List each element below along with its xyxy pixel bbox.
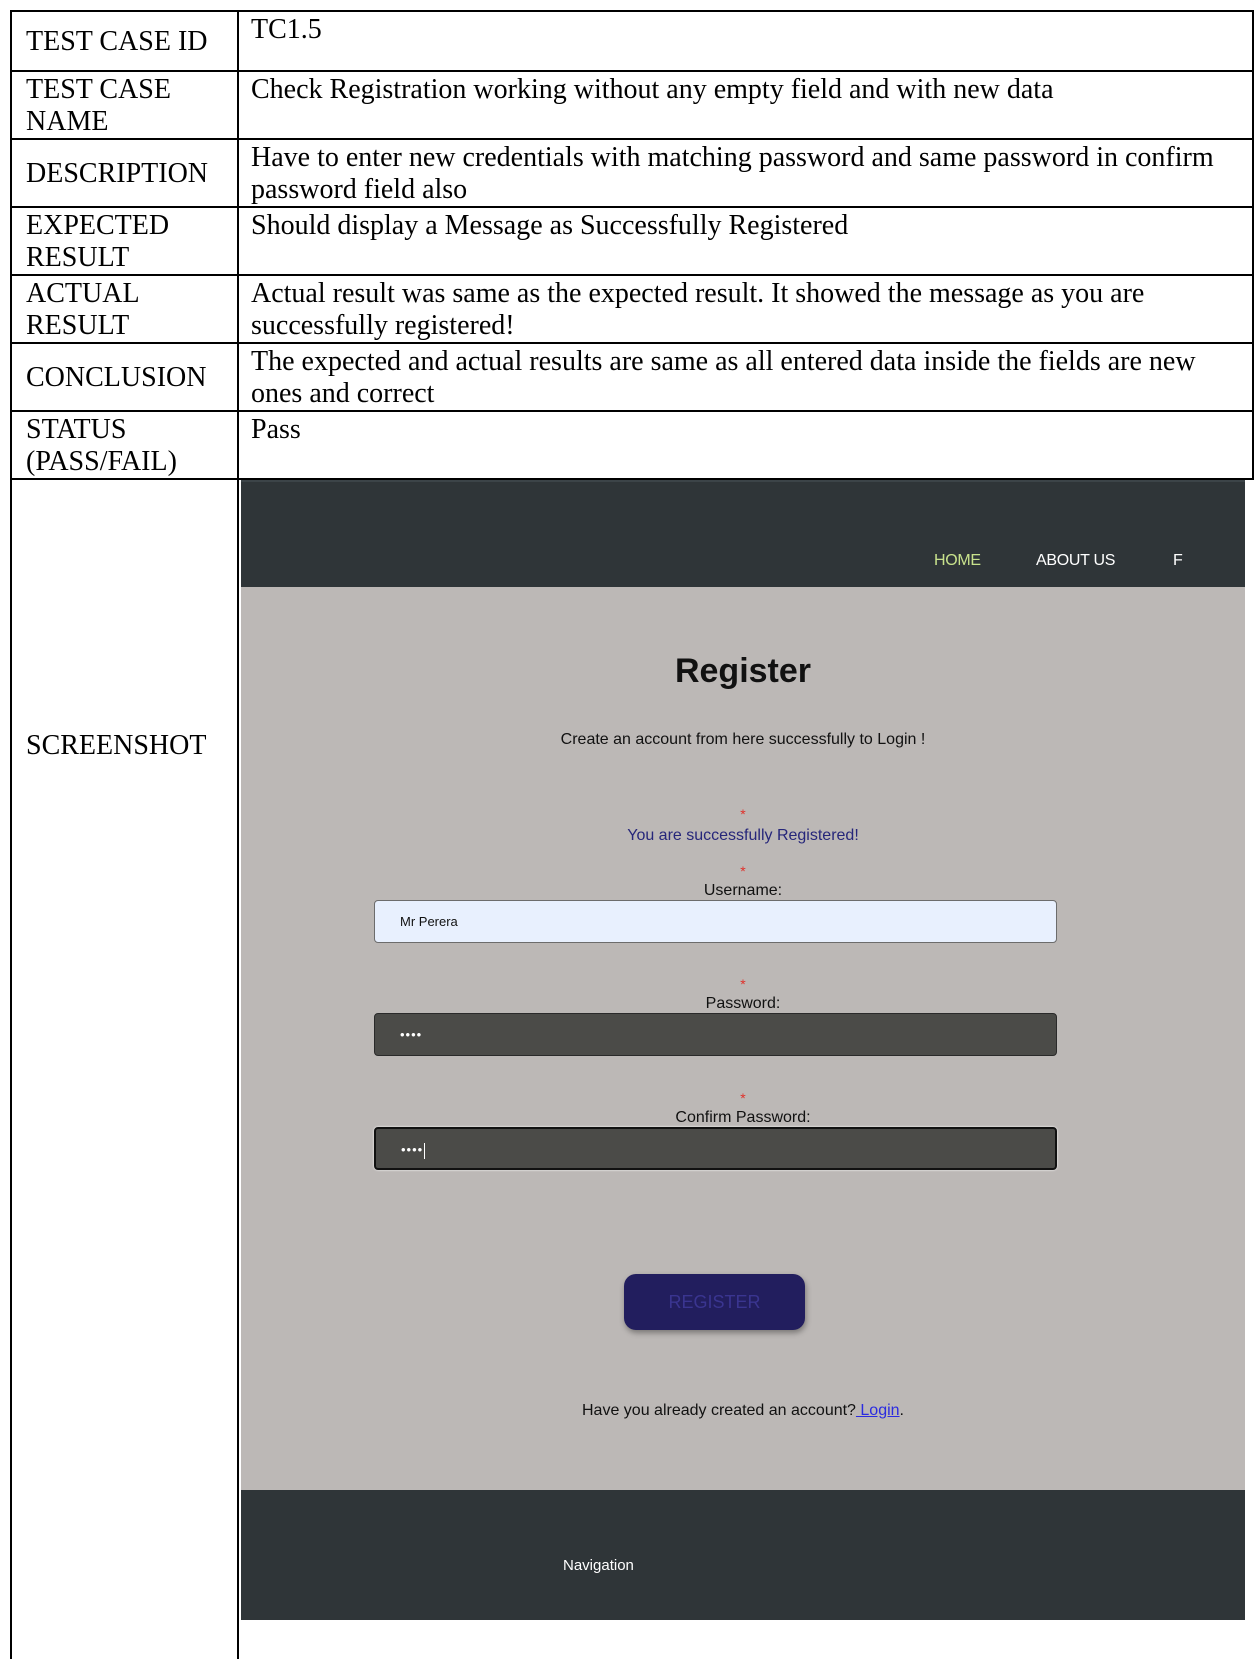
page-subtitle: Create an account from here successfully… [560,731,926,748]
nav-cut-item[interactable]: F [1173,545,1183,577]
page-title: Register [674,652,812,690]
row-value: Have to enter new credentials with match… [237,138,1254,208]
row-test-case-id: TEST CASE ID TC1.5 [10,10,1254,72]
footer: Navigation [241,1490,1245,1620]
top-navigation-bar: HOME ABOUT US F [241,480,1245,587]
confirm-password-field[interactable]: •••• [374,1127,1057,1170]
row-key: CONCLUSION [10,342,239,412]
username-field[interactable]: Mr Perera [374,900,1057,943]
row-key: SCREENSHOT [10,478,239,1659]
login-prompt-line: Have you already created an account? Log… [241,1395,1245,1427]
row-actual-result: ACTUAL RESULT Actual result was same as … [10,274,1254,344]
row-screenshot: SCREENSHOT HOME ABOUT US F Register Crea… [10,478,1253,1659]
row-value: The expected and actual results are same… [237,342,1254,412]
row-key: TEST CASE NAME [10,70,239,140]
password-field[interactable]: •••• [374,1013,1057,1056]
row-key: ACTUAL RESULT [10,274,239,344]
row-value: TC1.5 [237,10,1254,72]
success-message: You are successfully Registered! [627,827,859,844]
row-description: DESCRIPTION Have to enter new credential… [10,138,1254,208]
row-key: TEST CASE ID [10,10,239,72]
nav-about-us[interactable]: ABOUT US [1036,545,1115,577]
row-value: Actual result was same as the expected r… [237,274,1254,344]
row-key: DESCRIPTION [10,138,239,208]
row-value: Should display a Message as Successfully… [237,206,1254,276]
test-case-table: TEST CASE ID TC1.5 TEST CASE NAME Check … [10,10,1254,1659]
confirm-password-value: •••• [401,1142,424,1157]
row-value: Check Registration working without any e… [237,70,1254,140]
row-key: EXPECTED RESULT [10,206,239,276]
login-prompt: Have you already created an account? [582,1402,856,1419]
nav-home[interactable]: HOME [934,545,981,577]
login-link[interactable]: Login [856,1402,899,1419]
screenshot-cell: HOME ABOUT US F Register Create an accou… [237,478,1253,1659]
footer-navigation-heading: Navigation [563,1557,634,1574]
register-page-screenshot: HOME ABOUT US F Register Create an accou… [241,480,1245,1620]
row-key: STATUS (PASS/FAIL) [10,410,239,480]
row-status: STATUS (PASS/FAIL) Pass [10,410,1254,480]
register-button[interactable]: REGISTER [624,1274,805,1330]
row-value: Pass [237,410,1254,480]
row-conclusion: CONCLUSION The expected and actual resul… [10,342,1254,412]
login-suffix: . [899,1402,904,1419]
text-cursor [424,1142,426,1159]
row-test-case-name: TEST CASE NAME Check Registration workin… [10,70,1254,140]
row-expected-result: EXPECTED RESULT Should display a Message… [10,206,1254,276]
